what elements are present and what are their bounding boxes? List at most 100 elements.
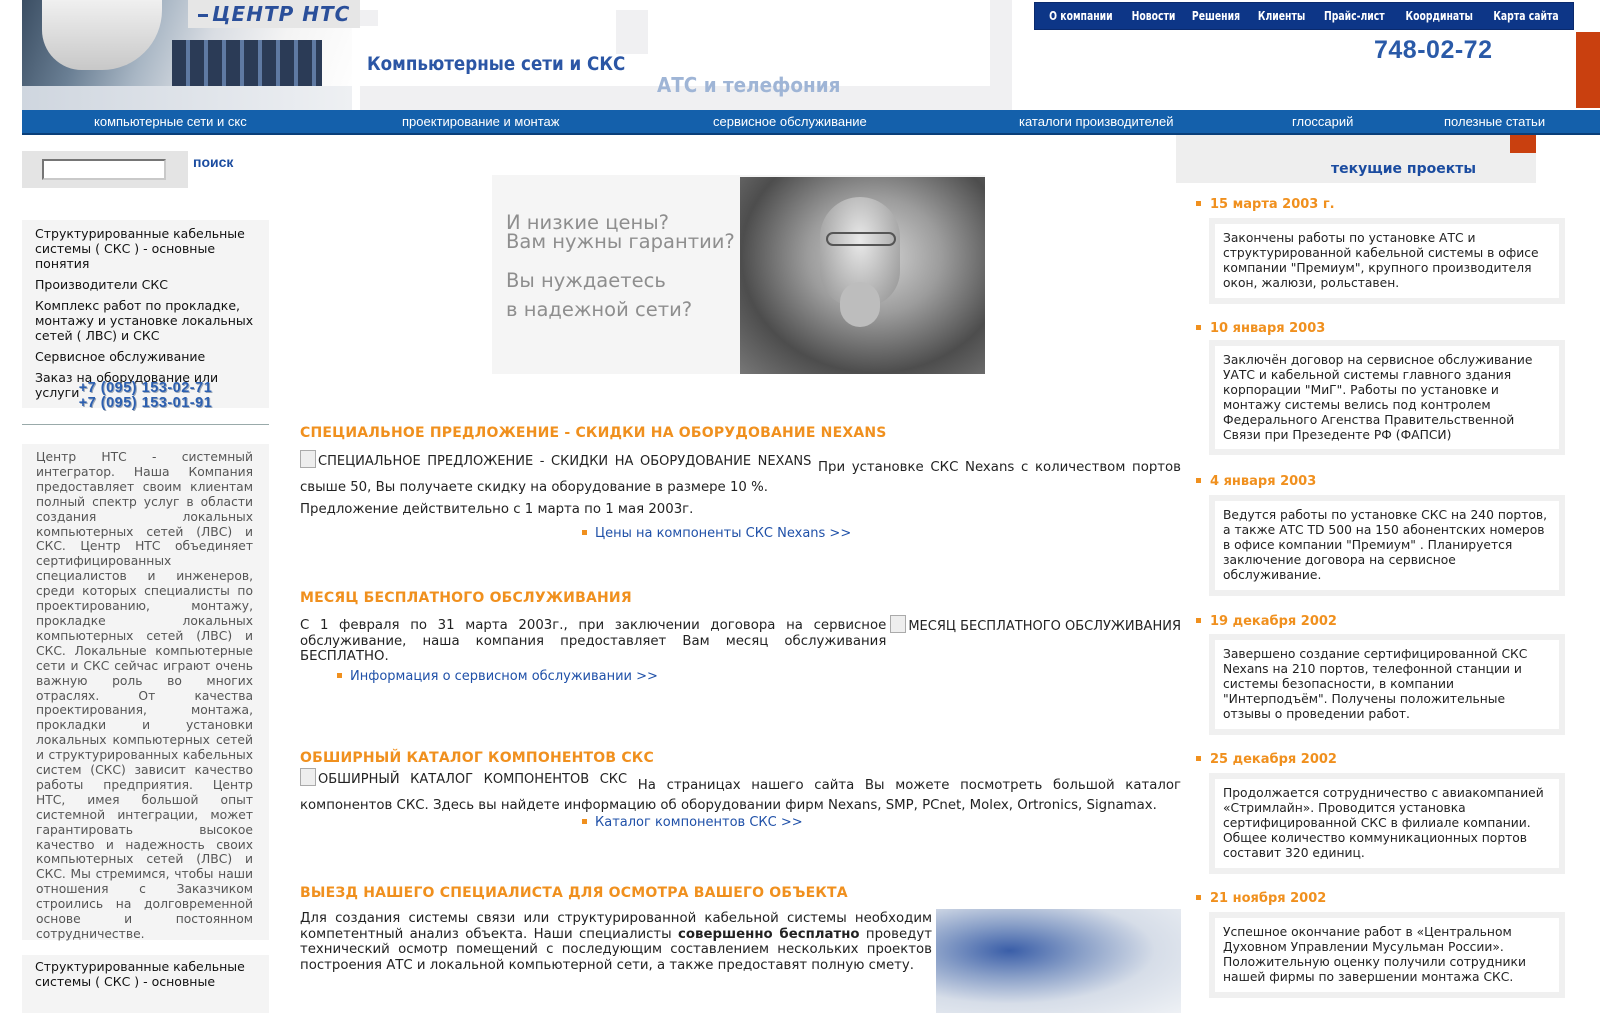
sidebar-item-manufacturers[interactable]: Производители СКС (22, 275, 269, 296)
sidebar-item-sks-basics-repeat[interactable]: Структурированные кабельные системы ( СК… (22, 955, 269, 1013)
project-text: Ведутся работы по установке СКС на 240 п… (1215, 501, 1559, 590)
project-date: 10 января 2003 (1196, 321, 1325, 336)
banner-line: в надежной сети? (506, 298, 693, 321)
header: ЦЕНТР НТС Компьютерные сети и СКС АТС и … (0, 0, 1600, 110)
project-date: 15 марта 2003 г. (1196, 197, 1335, 212)
section-title[interactable]: ВЫЕЗД НАШЕГО СПЕЦИАЛИСТА ДЛЯ ОСМОТРА ВАШ… (300, 885, 1181, 901)
slogan-telephony: АТС и телефония (657, 73, 841, 97)
nexans-prices-link[interactable]: Цены на компоненты СКС Nexans >> (582, 526, 1181, 542)
decor-band (990, 0, 1012, 110)
projects-header: текущие проекты (1176, 135, 1536, 183)
news-section-nexans: СПЕЦИАЛЬНОЕ ПРЕДЛОЖЕНИЕ - СКИДКИ НА ОБОР… (300, 425, 1181, 542)
header-photo-desk (22, 86, 352, 110)
bullet-icon (337, 672, 342, 678)
bullet-icon (1196, 325, 1201, 330)
bullet-icon (1196, 201, 1201, 206)
project-date: 25 декабря 2002 (1196, 752, 1337, 767)
top-nav-item[interactable]: Решения (1192, 9, 1240, 23)
catalog-link[interactable]: Каталог компонентов СКС >> (582, 815, 1181, 831)
main-nav-item[interactable]: проектирование и монтаж (402, 114, 559, 129)
top-nav-item[interactable]: О компании (1049, 9, 1113, 23)
broken-image: МЕСЯЦ БЕСПЛАТНОГО ОБСЛУЖИВАНИЯ (890, 615, 1181, 634)
banner-photo-glasses (826, 232, 896, 246)
banner-line: Вы нуждаетесь (506, 269, 666, 292)
search-box (22, 151, 188, 188)
project-text: Завершено создание сертифицированной СКС… (1215, 640, 1559, 729)
top-nav-item[interactable]: Прайс-лист (1324, 9, 1385, 23)
sidebar-item-service[interactable]: Сервисное обслуживание (22, 347, 269, 368)
section-text-secondary: Предложение действительно с 1 марта по 1… (300, 502, 694, 517)
bullet-icon (582, 819, 587, 824)
sidebar-divider (22, 424, 269, 425)
sidebar-item-installation[interactable]: Комплекс работ по прокладке, монтажу и у… (22, 296, 269, 347)
broken-image-icon (300, 450, 316, 468)
project-item: Успешное окончание работ в «Центральном … (1209, 912, 1565, 998)
section-title[interactable]: МЕСЯЦ БЕСПЛАТНОГО ОБСЛУЖИВАНИЯ (300, 590, 1181, 606)
news-section-catalog: ОБШИРНЫЙ КАТАЛОГ КОМПОНЕНТОВ СКС ОБШИРНЫ… (300, 750, 1181, 831)
main-nav-item[interactable]: каталоги производителей (1019, 114, 1174, 129)
bullet-icon (1196, 895, 1201, 900)
projects-title: текущие проекты (1331, 161, 1476, 177)
section-text-highlight: совершенно бесплатно (678, 926, 860, 942)
top-nav-item[interactable]: Карта сайта (1493, 9, 1558, 23)
project-text: Успешное окончание работ в «Центральном … (1215, 918, 1559, 992)
broken-image: ОБШИРНЫЙ КАТАЛОГ КОМПОНЕНТОВ СКС (300, 768, 628, 787)
project-item: Заключён договор на сервисное обслуживан… (1209, 340, 1565, 456)
logo-dash-icon (198, 14, 208, 17)
project-item: Ведутся работы по установке СКС на 240 п… (1209, 495, 1565, 596)
link-label: Цены на компоненты СКС Nexans >> (595, 525, 852, 541)
section-title[interactable]: ОБШИРНЫЙ КАТАЛОГ КОМПОНЕНТОВ СКС (300, 750, 1181, 766)
banner-photo (740, 177, 985, 374)
sidebar-phone: +7 (095) 153-02-71 (78, 380, 213, 396)
header-photo-person (42, 0, 162, 70)
top-nav-item[interactable]: Координаты (1405, 9, 1472, 23)
project-item: Закончены работы по установке АТС и стру… (1209, 218, 1565, 304)
main-nav-item[interactable]: сервисное обслуживание (713, 114, 867, 129)
image-alt-text: МЕСЯЦ БЕСПЛАТНОГО ОБСЛУЖИВАНИЯ (908, 619, 1181, 634)
sidebar-phones: +7 (095) 153-02-71 +7 (095) 153-01-91 (22, 381, 269, 411)
slogan-networks: Компьютерные сети и СКС (367, 53, 626, 75)
broken-image-icon (890, 615, 907, 633)
main-nav-item[interactable]: глоссарий (1292, 114, 1353, 129)
project-date: 21 ноября 2002 (1196, 891, 1326, 906)
bullet-icon (1196, 618, 1201, 623)
image-alt-text: СПЕЦИАЛЬНОЕ ПРЕДЛОЖЕНИЕ - СКИДКИ НА ОБОР… (318, 454, 812, 469)
bullet-icon (1196, 756, 1201, 761)
project-text: Закончены работы по установке АТС и стру… (1215, 224, 1559, 298)
bullet-icon (1196, 478, 1201, 483)
brand-red-block (1510, 135, 1536, 153)
logo-text: ЦЕНТР НТС (212, 2, 351, 26)
project-text: Продолжается сотрудничество с авиакомпан… (1215, 779, 1559, 868)
banner-photo-hand (840, 282, 880, 327)
company-description: Центр НТС - системный интегратор. Наша К… (22, 444, 269, 941)
project-date: 4 января 2003 (1196, 474, 1316, 489)
bullet-icon (582, 529, 587, 535)
top-nav: О компании Новости Решения Клиенты Прайс… (1034, 2, 1574, 30)
promo-banner: И низкие цены? Вам нужны гарантии? Вы ну… (492, 175, 985, 374)
broken-image: СПЕЦИАЛЬНОЕ ПРЕДЛОЖЕНИЕ - СКИДКИ НА ОБОР… (300, 450, 812, 469)
project-item: Продолжается сотрудничество с авиакомпан… (1209, 773, 1565, 874)
search-button[interactable]: поиск (193, 154, 233, 170)
main-nav-item[interactable]: полезные статьи (1444, 114, 1545, 129)
header-phone: 748-02-72 (1374, 36, 1493, 64)
top-nav-item[interactable]: Новости (1131, 9, 1175, 23)
brand-red-block (1576, 32, 1600, 108)
main-nav: компьютерные сети и скс проектирование и… (22, 110, 1600, 135)
main-nav-item[interactable]: компьютерные сети и скс (94, 114, 247, 129)
site-visit-photo (936, 909, 1181, 1013)
project-date: 19 декабря 2002 (1196, 614, 1337, 629)
sidebar-item-sks-basics[interactable]: Структурированные кабельные системы ( СК… (22, 224, 269, 275)
decor-square (616, 10, 648, 54)
site-logo[interactable]: ЦЕНТР НТС (188, 0, 360, 28)
section-title[interactable]: СПЕЦИАЛЬНОЕ ПРЕДЛОЖЕНИЕ - СКИДКИ НА ОБОР… (300, 425, 1181, 441)
search-input[interactable] (42, 159, 166, 180)
sidebar-phone: +7 (095) 153-01-91 (78, 395, 213, 411)
top-nav-item[interactable]: Клиенты (1258, 9, 1305, 23)
banner-line: Вам нужны гарантии? (506, 230, 735, 253)
image-alt-text: ОБШИРНЫЙ КАТАЛОГ КОМПОНЕНТОВ СКС (318, 772, 628, 787)
broken-image-icon (300, 768, 316, 786)
link-label: Информация о сервисном обслуживании >> (350, 668, 658, 684)
decor-square (360, 10, 378, 26)
service-info-link[interactable]: Информация о сервисном обслуживании >> (337, 669, 1181, 685)
project-item: Завершено создание сертифицированной СКС… (1209, 634, 1565, 735)
